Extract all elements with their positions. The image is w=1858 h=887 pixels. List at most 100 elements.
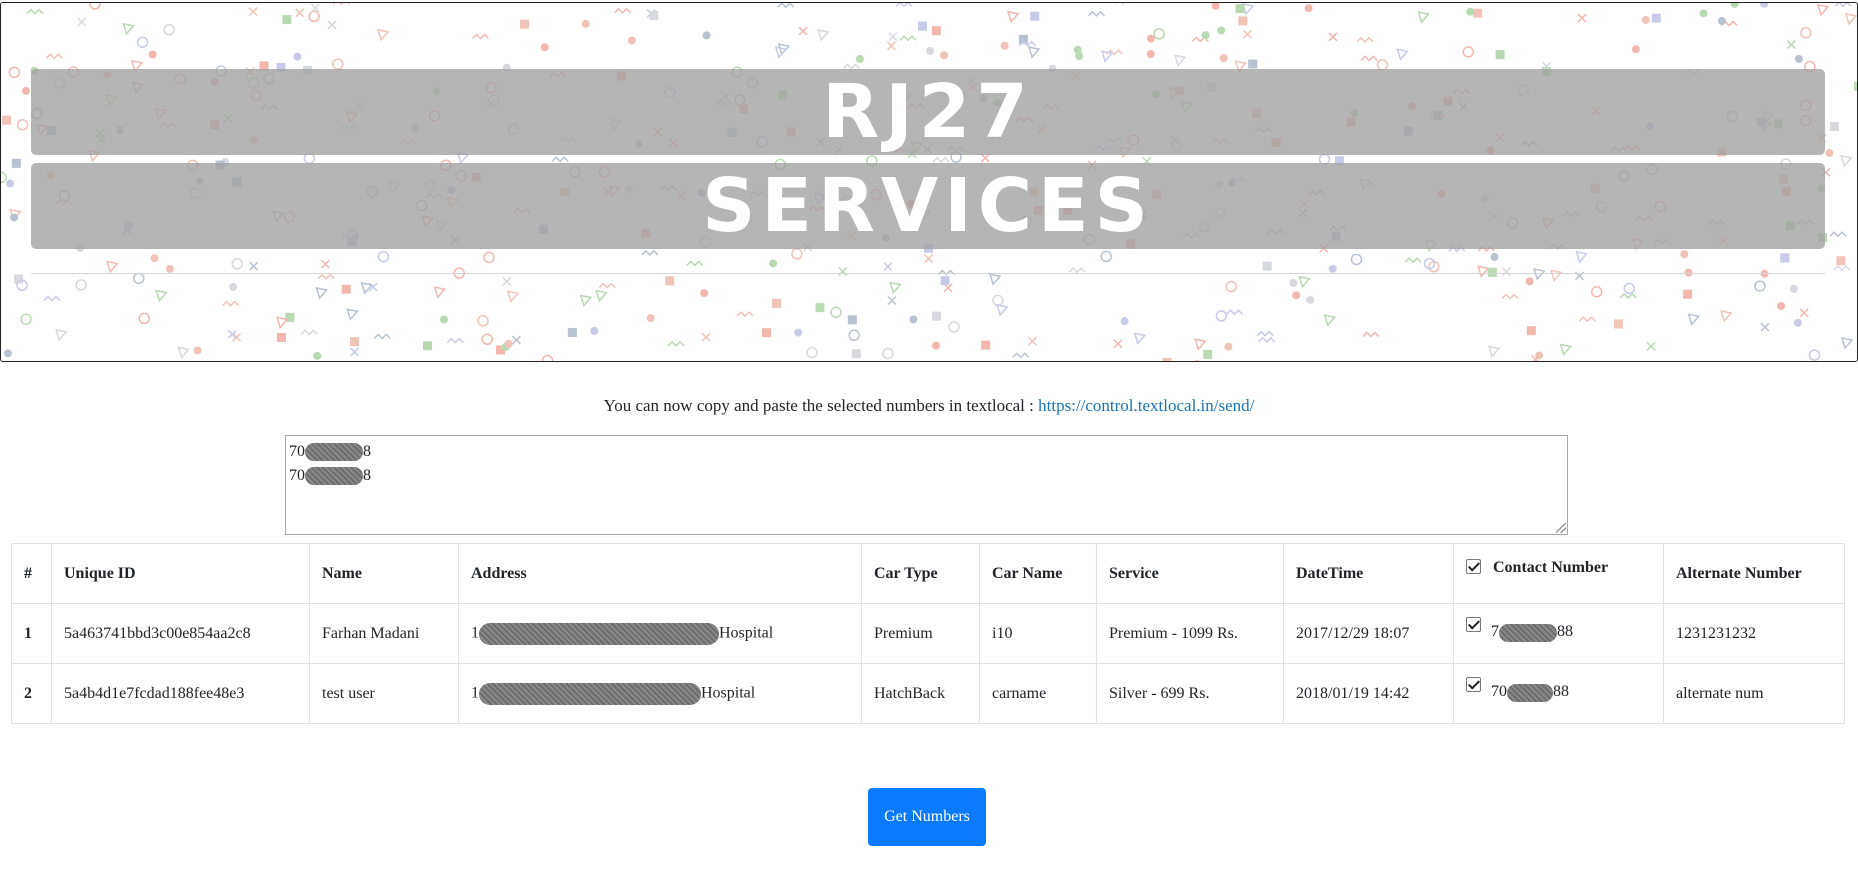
select-all-checkbox[interactable] — [1466, 558, 1481, 574]
confetti-shape — [848, 329, 860, 342]
cell-contact-number: 70 88 — [1453, 663, 1664, 724]
confetti-shape — [1304, 4, 1313, 13]
contact-number-label: Contact Number — [1493, 558, 1609, 576]
redacted-digits — [305, 443, 363, 462]
confetti-shape — [1225, 280, 1238, 293]
confetti-shape — [1490, 252, 1499, 261]
confetti-shape — [1027, 336, 1037, 346]
confetti-shape — [551, 156, 569, 163]
confetti-shape — [10, 213, 19, 222]
confetti-shape — [133, 272, 145, 285]
confetti-shape — [1720, 310, 1733, 323]
confetti-shape — [1356, 36, 1374, 43]
confetti-shape — [43, 295, 61, 302]
confetti-shape — [917, 21, 927, 31]
cell-name: test user — [309, 663, 459, 724]
confetti-shape — [598, 282, 616, 289]
confetti-shape — [227, 329, 237, 339]
row-select-checkbox[interactable] — [1466, 617, 1481, 633]
confetti-shape — [1, 171, 8, 184]
redacted-digits — [1507, 683, 1553, 702]
confetti-shape — [1754, 280, 1766, 292]
get-numbers-button[interactable]: Get Numbers — [868, 788, 986, 846]
confetti-shape — [1328, 264, 1337, 273]
confetti-shape — [21, 86, 30, 95]
confetti-shape — [8, 66, 21, 79]
confetti-shape — [1211, 3, 1220, 10]
confetti-shape — [1000, 41, 1009, 50]
confetti-shape — [1113, 339, 1123, 349]
confetti-shape — [1238, 16, 1248, 26]
confetti-shape — [3, 349, 12, 358]
confetti-shape — [295, 8, 305, 18]
contact-number: 7 88 — [1491, 623, 1573, 642]
cell-num: 2 — [11, 663, 52, 724]
confetti-shape — [1146, 34, 1155, 43]
confetti-shape — [165, 264, 174, 273]
confetti-shape — [55, 328, 68, 342]
confetti-shape — [579, 294, 593, 307]
title-bar-top: RJ27 — [31, 69, 1825, 155]
confetti-shape — [855, 55, 864, 64]
confetti-shape — [1614, 319, 1624, 329]
confetti-shape — [77, 17, 87, 27]
confetti-shape — [1760, 322, 1770, 332]
bookings-table: # Unique ID Name Address Car Type Car Na… — [11, 543, 1845, 724]
confetti-shape — [1786, 40, 1796, 50]
cell-car-type: HatchBack — [861, 663, 980, 724]
confetti-shape — [1789, 284, 1798, 293]
confetti-shape — [899, 35, 917, 42]
confetti-shape — [1203, 349, 1213, 359]
confetti-shape — [26, 8, 44, 15]
confetti-shape — [122, 22, 135, 36]
confetti-shape — [222, 300, 240, 307]
confetti-shape — [909, 315, 918, 324]
confetti-shape — [940, 51, 949, 60]
confetti-shape — [701, 332, 711, 342]
confetti-shape — [777, 3, 795, 9]
confetti-shape — [2, 115, 12, 125]
selected-numbers-textarea[interactable]: 70 8 70 8 — [285, 435, 1568, 535]
confetti-shape — [1174, 54, 1187, 67]
confetti-shape — [1501, 293, 1519, 300]
confetti-shape — [155, 289, 168, 303]
confetti-shape — [769, 259, 778, 268]
confetti-shape — [483, 251, 495, 264]
confetti-shape — [1559, 343, 1573, 357]
confetti-shape — [276, 316, 289, 330]
textlocal-link[interactable]: https://control.textlocal.in/send/ — [1038, 396, 1254, 415]
col-header-datetime: DateTime — [1283, 543, 1454, 604]
confetti-shape — [887, 295, 897, 306]
confetti-shape — [1073, 45, 1082, 54]
confetti-shape — [1550, 269, 1563, 283]
brand-title-line1: RJ27 — [822, 69, 1034, 155]
confetti-shape — [1224, 342, 1233, 351]
confetti-shape — [948, 321, 960, 333]
confetti-shape — [1844, 12, 1857, 26]
confetti-shape — [20, 313, 32, 325]
contact-number: 70 88 — [1491, 683, 1569, 702]
confetti-shape — [1590, 286, 1603, 298]
confetti-shape — [1829, 122, 1839, 132]
confetti-shape — [1794, 54, 1803, 63]
confetti-shape — [817, 29, 830, 42]
info-text: You can now copy and paste the selected … — [603, 396, 1039, 415]
cell-car-name: i10 — [979, 603, 1097, 664]
row-select-checkbox[interactable] — [1466, 677, 1481, 693]
confetti-shape — [794, 328, 803, 337]
resize-handle[interactable] — [1556, 523, 1566, 533]
header-banner: RJ27 SERVICES — [0, 2, 1858, 362]
confetti-shape — [1289, 279, 1298, 288]
confetti-shape — [1417, 11, 1430, 24]
confetti-shape — [11, 158, 21, 168]
confetti-shape — [771, 298, 781, 308]
confetti-shape — [231, 258, 243, 270]
confetti-shape — [327, 20, 337, 30]
confetti-shape — [1840, 337, 1854, 350]
confetti-shape — [341, 284, 351, 294]
confetti-shape — [932, 341, 941, 350]
confetti-shape — [504, 339, 513, 348]
confetti-shape — [700, 289, 709, 298]
confetti-shape — [360, 282, 374, 295]
confetti-shape — [1730, 3, 1739, 8]
